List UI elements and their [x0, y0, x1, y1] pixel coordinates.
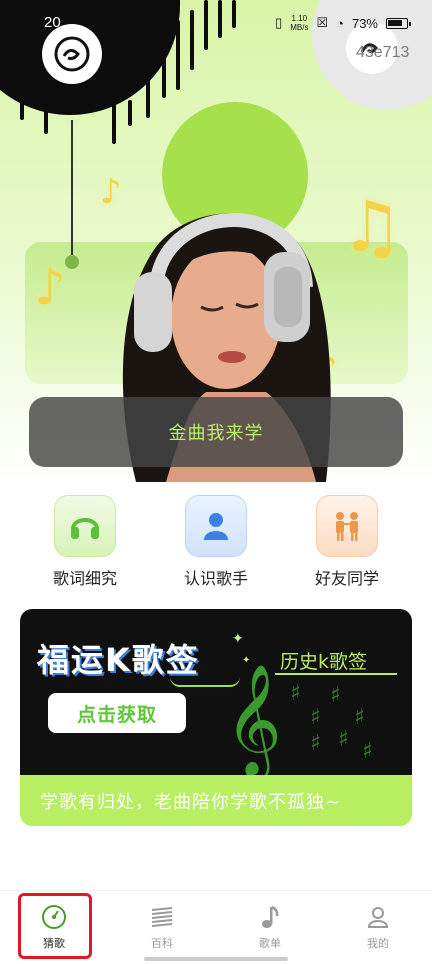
gauge-icon	[40, 903, 68, 931]
music-note-icon	[256, 903, 284, 931]
sharp-icon: ♯	[310, 705, 321, 730]
feature-singer-label: 认识歌手	[183, 569, 248, 588]
feature-lyrics[interactable]: 歌词细究	[35, 495, 135, 589]
drip-decoration	[128, 100, 132, 126]
drip-decoration	[20, 100, 24, 120]
pendant-string	[71, 120, 73, 260]
status-bar: 20 ▯ 1.10 MB/s ☒ ◔ 73%	[0, 0, 432, 52]
network-speed-unit: MB/s	[290, 23, 309, 32]
profile-icon	[364, 903, 392, 931]
sharp-icon: ♯	[310, 731, 321, 756]
battery-icon	[386, 17, 411, 29]
tab-playlist[interactable]: 歌单	[235, 891, 305, 955]
tab-profile-label: 我的	[367, 937, 389, 950]
sharp-icon: ♯	[362, 739, 373, 764]
bottom-tab-bar: 猜歌 百科 歌单 我的	[0, 890, 432, 964]
wifi-icon: ◔	[336, 15, 344, 31]
status-time: 20	[44, 14, 61, 31]
two-people-icon	[316, 495, 378, 557]
sharp-icon: ♯	[338, 727, 349, 752]
feature-singer[interactable]: 认识歌手	[166, 495, 266, 589]
drip-decoration	[112, 100, 116, 144]
sharp-icon: ♯	[290, 681, 301, 706]
drip-decoration	[146, 60, 150, 118]
feature-row: 歌词细究 认识歌手 好友同学	[0, 495, 432, 595]
sharp-icon: ♯	[330, 683, 341, 708]
history-underline	[275, 673, 397, 675]
tab-profile[interactable]: 我的	[343, 891, 413, 955]
status-right-group: ▯ 1.10 MB/s ☒ ◔ 73%	[275, 14, 411, 32]
tab-encyclopedia-label: 百科	[151, 937, 173, 950]
promo-dark-area: 福运K歌签 ✦ ✦ 点击获取 历史k歌签 𝄞 ♯ ♯ ♯ ♯ ♯ ♯ ♯	[20, 609, 412, 775]
feature-lyrics-label: 歌词细究	[52, 569, 117, 588]
drip-decoration	[44, 100, 48, 134]
vibrate-icon: ▯	[275, 15, 283, 30]
promo-slogan: 学歌有归处，老曲陪你学歌不孤独~	[40, 791, 342, 813]
tab-guess-song[interactable]: 猜歌	[19, 891, 89, 955]
history-k-song-link[interactable]: 历史k歌签	[280, 647, 367, 674]
sharp-icon: ♯	[354, 705, 365, 730]
get-fortune-button[interactable]: 点击获取	[48, 693, 186, 733]
sim-icon: ☒	[316, 15, 329, 30]
home-indicator[interactable]	[144, 957, 288, 961]
hero-banner-bar[interactable]: 金曲我来学	[29, 397, 403, 467]
hero-banner-label: 金曲我来学	[168, 423, 264, 444]
feature-friends[interactable]: 好友同学	[297, 495, 397, 589]
tab-guess-song-label: 猜歌	[43, 937, 65, 950]
tab-encyclopedia[interactable]: 百科	[127, 891, 197, 955]
music-note-icon: ♫	[340, 186, 403, 268]
network-speed-value: 1.10	[291, 14, 308, 23]
drip-decoration	[162, 50, 166, 98]
tab-playlist-label: 歌单	[259, 937, 281, 950]
pendant-ball	[65, 255, 79, 269]
music-note-icon: ♪	[34, 258, 66, 316]
treble-clef-icon: 𝄞	[225, 663, 282, 775]
promo-title: 福运K歌签	[37, 641, 200, 679]
person-icon	[185, 495, 247, 557]
encyclopedia-icon	[148, 903, 176, 931]
headphones-icon	[54, 495, 116, 557]
sparkle-icon: ✦	[232, 631, 244, 647]
battery-percent: 73%	[351, 15, 378, 31]
feature-friends-label: 好友同学	[314, 569, 379, 588]
network-speed: 1.10 MB/s	[290, 14, 308, 32]
promo-card[interactable]: 福运K歌签 ✦ ✦ 点击获取 历史k歌签 𝄞 ♯ ♯ ♯ ♯ ♯ ♯ ♯ 学歌有…	[20, 609, 412, 826]
